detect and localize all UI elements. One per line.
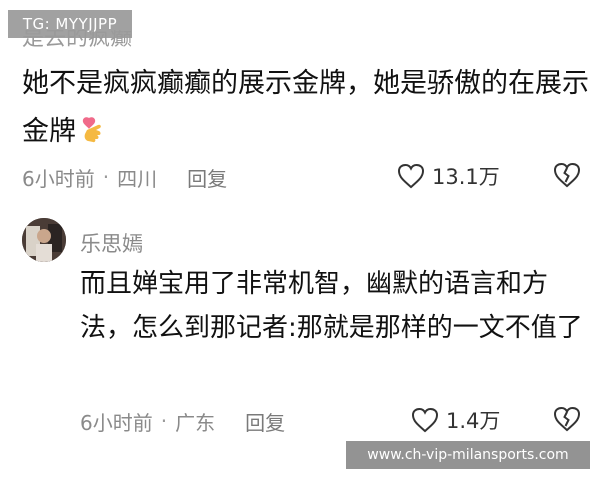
comment-2-like-button[interactable]: 1.4万 [410,405,500,435]
heart-outline-icon [397,163,425,189]
comment-1-like-button[interactable]: 13.1万 [396,161,500,191]
comment-1-reply-button[interactable]: 回复 [187,163,227,192]
site-watermark: www.ch-vip-milansports.com [346,441,590,469]
cutoff-text: 是去的疯癫 [22,30,133,51]
comment-1-meta: 6小时前 · 四川 回复 [22,162,227,192]
comment-1-like-count: 13.1万 [432,165,500,189]
comment-1-time: 6小时前 [22,166,95,191]
meta-separator-dot: · [160,409,168,433]
comment-1-location: 四川 [117,166,158,191]
heart-fingers-emoji-icon [80,112,106,143]
user-avatar[interactable] [22,218,66,262]
meta-separator-dot: · [102,165,110,189]
comment-2-time: 6小时前 [80,410,153,435]
previous-comment-cutoff: 是去的疯癫 [22,30,282,52]
comment-2-meta: 6小时前 · 广东 回复 [80,406,285,436]
broken-heart-icon [553,406,581,432]
comment-2-text: 而且婵宝用了非常机智，幽默的语言和方法，怎么到那记者:那就是那样的一文不值了 [80,269,583,343]
comment-1-dislike-button[interactable] [552,161,582,193]
comment-2-reply-button[interactable]: 回复 [245,407,285,436]
heart-outline-icon [411,407,439,433]
broken-heart-icon [553,162,581,188]
comment-2-username[interactable]: 乐思嫣 [80,228,143,258]
comment-2-like-count: 1.4万 [446,409,501,433]
comment-2-dislike-button[interactable] [552,405,582,437]
comment-1-text: 她不是疯疯癫癫的展示金牌，她是骄傲的在展示金牌 [22,68,589,147]
comment-1-text-block: 她不是疯疯癫癫的展示金牌，她是骄傲的在展示金牌 [22,60,592,156]
comment-2-location: 广东 [175,410,216,435]
